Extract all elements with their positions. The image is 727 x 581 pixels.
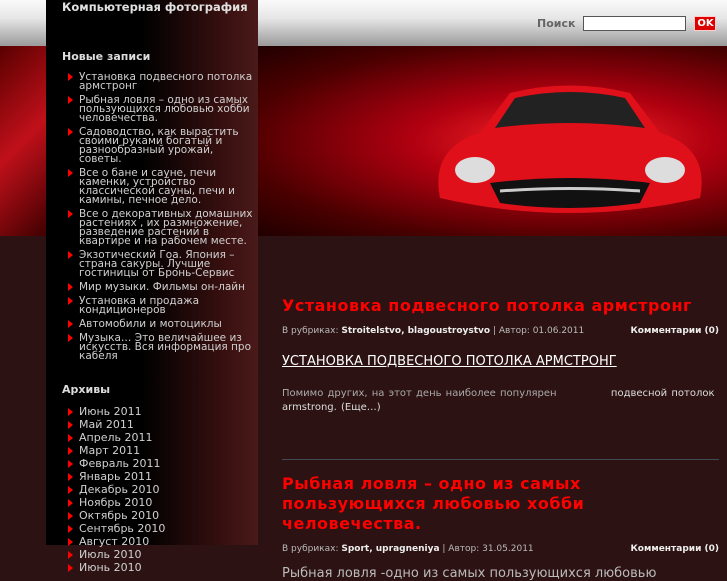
link-label: Автомобили и мотоциклы	[79, 318, 222, 330]
link-label: Февраль 2011	[79, 457, 161, 470]
arrow-right-icon	[68, 408, 73, 416]
sidebar-link[interactable]: Апрель 2011	[68, 432, 258, 444]
arrow-right-icon	[68, 297, 73, 305]
recent-posts-title: Новые записи	[62, 50, 151, 63]
link-label: Июнь 2011	[79, 405, 142, 418]
comments-link[interactable]: Комментарии (0)	[630, 544, 719, 554]
post-title[interactable]: Рыбная ловля – одно из самых пользующихс…	[282, 474, 719, 534]
link-label: Июнь 2010	[79, 561, 142, 574]
sidebar-link[interactable]: Установка подвесного потолка армстронг	[68, 71, 258, 92]
arrow-right-icon	[68, 473, 73, 481]
search-form: Поиск OK	[537, 16, 717, 31]
category-label: В рубриках:	[282, 326, 339, 336]
arrow-right-icon	[68, 447, 73, 455]
sidebar-link[interactable]: Декабрь 2010	[68, 484, 258, 496]
content: Установка подвесного потолка армстронг В…	[282, 296, 719, 581]
arrow-right-icon	[68, 169, 73, 177]
link-label: Март 2011	[79, 444, 141, 457]
link-label: Экзотический Гоа. Япония – страна сакуры…	[79, 249, 235, 279]
sidebar-link[interactable]: Садоводство, как вырастить своими руками…	[68, 126, 258, 165]
arrow-right-icon	[68, 564, 73, 572]
header-left-decor	[0, 46, 46, 236]
arrow-right-icon	[68, 486, 73, 494]
sidebar-link[interactable]: Все о бане и сауне, печи каменки, устрой…	[68, 167, 258, 206]
link-label: Декабрь 2010	[79, 483, 160, 496]
arrow-right-icon	[68, 460, 73, 468]
archives-title: Архивы	[62, 383, 111, 396]
sidebar-link[interactable]: Июнь 2011	[68, 406, 258, 418]
post-meta: В рубриках: Sport, upragneniya | Автор: …	[282, 544, 719, 554]
link-label: Все о декоративных домашних растениях , …	[79, 208, 253, 247]
arrow-right-icon	[68, 525, 73, 533]
read-more-link[interactable]: (Еще…)	[341, 402, 381, 413]
link-label: Январь 2011	[79, 470, 153, 483]
link-label: Установка и продажа кондиционеров	[79, 295, 200, 316]
arrow-right-icon	[68, 210, 73, 218]
arrow-right-icon	[68, 512, 73, 520]
link-label: Апрель 2011	[79, 431, 153, 444]
arrow-right-icon	[68, 73, 73, 81]
post-excerpt: Рыбная ловля -одно из самых пользующихся…	[282, 566, 657, 581]
search-ok-button[interactable]: OK	[694, 16, 717, 31]
link-label: Установка подвесного потолка армстронг	[79, 71, 253, 92]
sidebar-link[interactable]: Октябрь 2010	[68, 510, 258, 522]
excerpt-text: Помимо других, на этот день наиболее поп…	[282, 388, 557, 399]
link-label: Музыка… Это величайшее из искусств. Вся …	[79, 332, 251, 362]
sidebar-link[interactable]: Мир музыки. Фильмы он-лайн	[68, 281, 258, 293]
link-label: Рыбная ловля – одно из самых пользующихс…	[79, 94, 250, 124]
link-label: Май 2011	[79, 418, 134, 431]
sidebar-link[interactable]: Июнь 2010	[68, 562, 258, 574]
sidebar: Компьютерная фотография Новые записи Уст…	[46, 0, 258, 574]
post-categories[interactable]: Stroitelstvo, blagoustroystvo	[341, 326, 490, 336]
arrow-right-icon	[68, 283, 73, 291]
link-label: Ноябрь 2010	[79, 496, 153, 509]
link-label: Сентябрь 2010	[79, 522, 166, 535]
sidebar-link[interactable]: Автомобили и мотоциклы	[68, 318, 258, 330]
arrow-right-icon	[68, 128, 73, 136]
arrow-right-icon	[68, 434, 73, 442]
post-excerpt: Помимо других, на этот день наиболее поп…	[282, 387, 719, 415]
sidebar-link[interactable]: Февраль 2011	[68, 458, 258, 470]
sidebar-link[interactable]: Январь 2011	[68, 471, 258, 483]
link-label: Октябрь 2010	[79, 509, 160, 522]
post-categories[interactable]: Sport, upragneniya	[341, 544, 439, 554]
sidebar-link[interactable]: Музыка… Это величайшее из искусств. Вся …	[68, 332, 258, 362]
arrow-right-icon	[68, 334, 73, 342]
car-image	[438, 85, 702, 213]
category-label: В рубриках:	[282, 544, 339, 554]
sidebar-link[interactable]: Июль 2010	[68, 549, 258, 561]
sidebar-link[interactable]: Сентябрь 2010	[68, 523, 258, 535]
arrow-right-icon	[68, 551, 73, 559]
site-title[interactable]: Компьютерная фотография	[62, 0, 248, 14]
sidebar-link[interactable]: Май 2011	[68, 419, 258, 431]
sidebar-link[interactable]: Рыбная ловля – одно из самых пользующихс…	[68, 94, 258, 124]
arrow-right-icon	[68, 320, 73, 328]
arrow-right-icon	[68, 251, 73, 259]
link-label: Август 2010	[79, 535, 150, 548]
post-meta: В рубриках: Stroitelstvo, blagoustroystv…	[282, 326, 719, 336]
comments-link[interactable]: Комментарии (0)	[630, 326, 719, 336]
link-label: Садоводство, как вырастить своими руками…	[79, 126, 239, 165]
sidebar-link[interactable]: Экзотический Гоа. Япония – страна сакуры…	[68, 249, 258, 279]
arrow-right-icon	[68, 499, 73, 507]
post-author: | Автор: 01.06.2011	[492, 326, 585, 336]
post-divider	[282, 459, 719, 460]
sidebar-link[interactable]: Август 2010	[68, 536, 258, 548]
arrow-right-icon	[68, 96, 73, 104]
sidebar-link[interactable]: Установка и продажа кондиционеров	[68, 295, 258, 316]
post-title[interactable]: Установка подвесного потолка армстронг	[282, 296, 719, 316]
post-author: | Автор: 31.05.2011	[442, 544, 534, 554]
arrow-right-icon	[68, 421, 73, 429]
recent-posts-list: Установка подвесного потолка армстронг Ры…	[68, 71, 258, 362]
sidebar-link[interactable]: Все о декоративных домашних растениях , …	[68, 208, 258, 247]
link-label: Мир музыки. Фильмы он-лайн	[79, 281, 245, 293]
sidebar-link[interactable]: Март 2011	[68, 445, 258, 457]
sidebar-link[interactable]: Ноябрь 2010	[68, 497, 258, 509]
link-label: Все о бане и сауне, печи каменки, устрой…	[79, 167, 235, 206]
search-label: Поиск	[537, 17, 576, 30]
search-input[interactable]	[583, 16, 687, 31]
link-label: Июль 2010	[79, 548, 142, 561]
post-subtitle: УСТАНОВКА ПОДВЕСНОГО ПОТОЛКА АРМСТРОНГ	[282, 354, 617, 369]
archives-list: Июнь 2011 Май 2011 Апрель 2011 Март 2011 Фев…	[68, 406, 258, 574]
